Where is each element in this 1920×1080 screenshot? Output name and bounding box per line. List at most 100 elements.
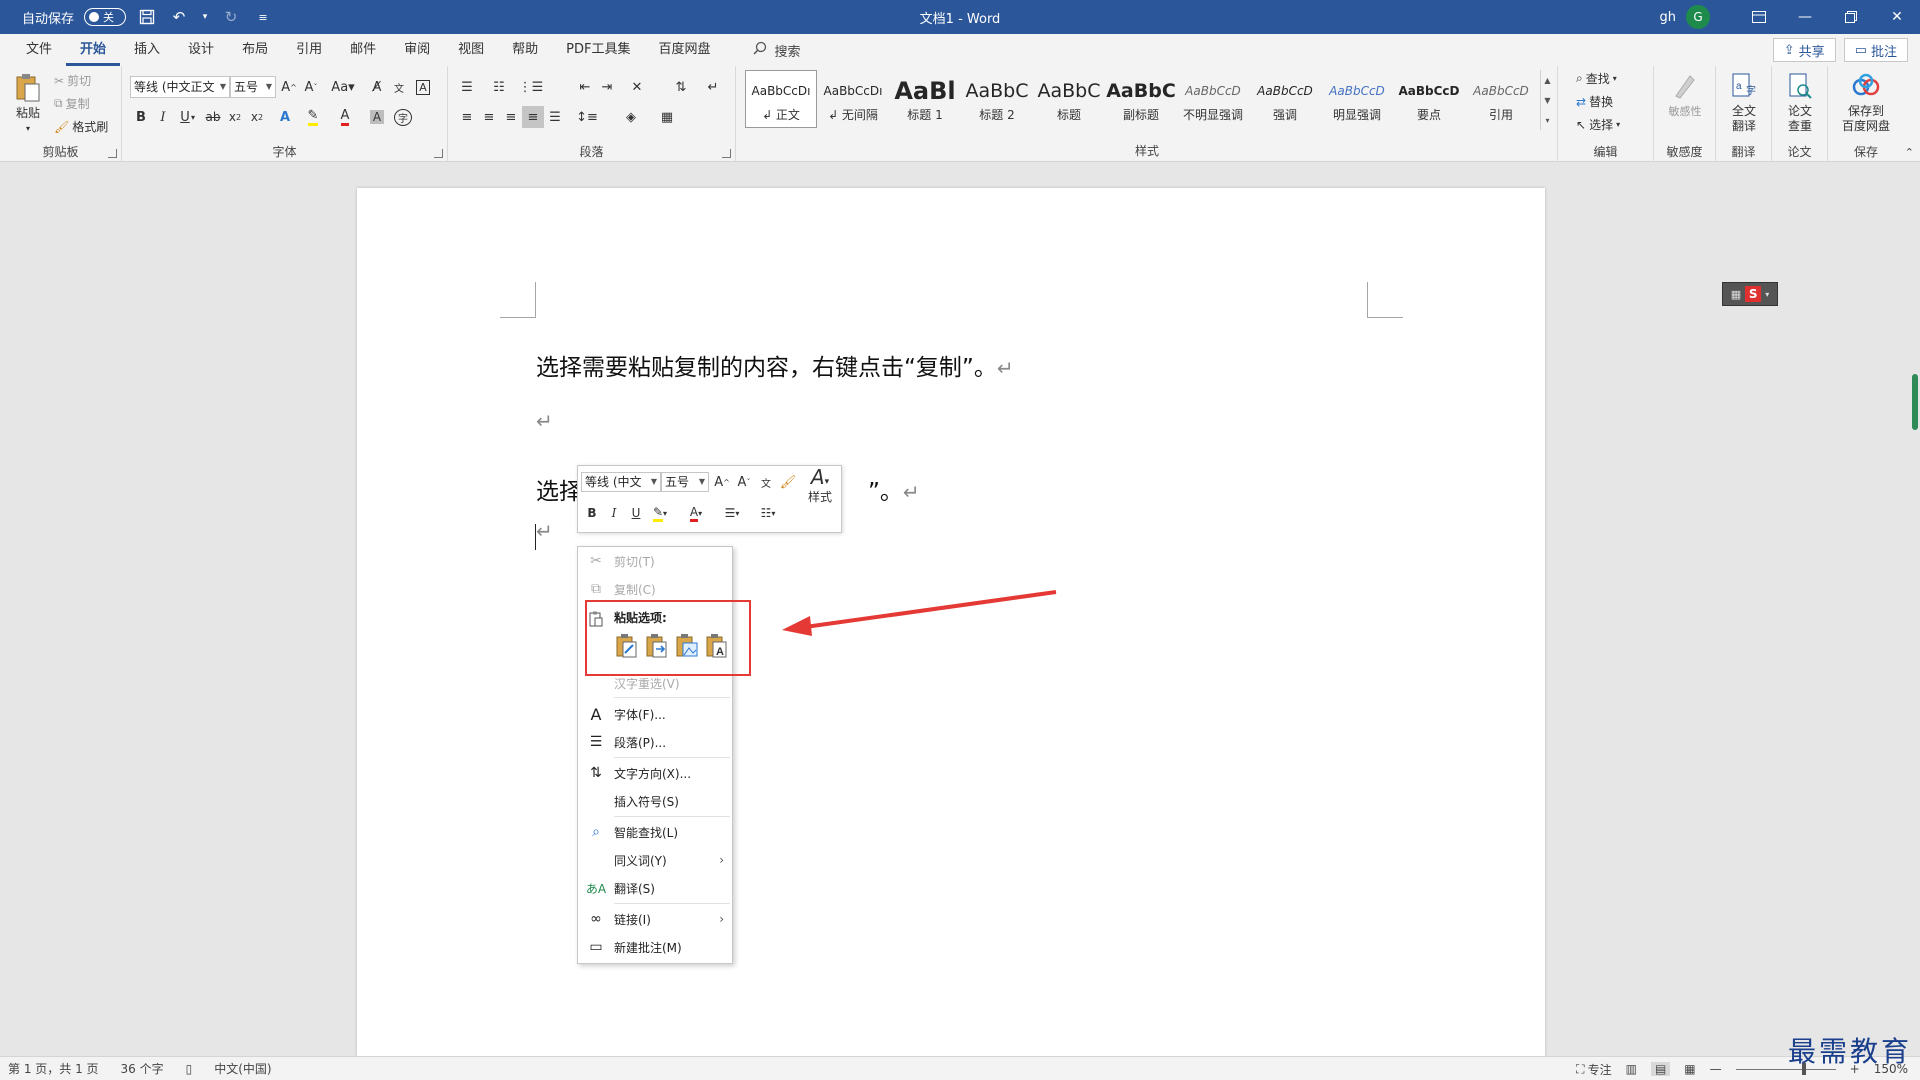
character-border-icon[interactable]: A	[412, 76, 434, 98]
document-paragraph-1[interactable]: 选择需要粘贴复制的内容，右键点击“复制”。↵	[536, 348, 1014, 382]
menu-item-translate[interactable]: あA 翻译(S)	[578, 876, 732, 900]
multilevel-list-icon[interactable]: ⋮☰	[519, 76, 544, 98]
scrollbar-thumb[interactable]	[1912, 374, 1918, 430]
sensitivity-button[interactable]: 敏感性	[1666, 70, 1704, 119]
menu-item-smart-lookup[interactable]: ⌕ 智能查找(L)	[578, 820, 732, 844]
tab-design[interactable]: 设计	[174, 34, 228, 66]
more-styles-icon[interactable]: ▾	[1545, 116, 1549, 125]
font-name-select[interactable]: 等线 (中文正文 ▼	[130, 76, 230, 98]
font-color-icon[interactable]: A	[334, 106, 356, 128]
search-box[interactable]: 搜索	[725, 41, 801, 60]
undo-icon[interactable]: ↶	[168, 6, 190, 28]
underline-dropdown-icon[interactable]: ▾	[188, 106, 198, 128]
tab-layout[interactable]: 布局	[228, 34, 282, 66]
style-normal[interactable]: AaBbCcDı ↲ 正文	[745, 70, 817, 128]
character-shading-icon[interactable]: A	[366, 106, 388, 128]
decrease-indent-icon[interactable]: ⇤	[574, 76, 596, 98]
menu-item-synonyms[interactable]: 同义词(Y) ›	[578, 848, 732, 872]
highlight-color-icon[interactable]: ✎ ▾	[649, 502, 671, 524]
sort-icon[interactable]: ⇅	[670, 76, 692, 98]
justify-icon[interactable]: ≡	[522, 106, 544, 128]
tab-help[interactable]: 帮助	[498, 34, 552, 66]
proofing-icon[interactable]: ▯	[186, 1062, 193, 1076]
ribbon-display-icon[interactable]	[1736, 0, 1782, 34]
undo-dropdown-icon[interactable]: ▾	[200, 6, 210, 28]
bullets-icon[interactable]: ☰	[456, 76, 478, 98]
style-heading-2[interactable]: AaBbC 标题 2	[961, 70, 1033, 128]
save-icon[interactable]	[136, 6, 158, 28]
zoom-out-icon[interactable]: —	[1710, 1062, 1722, 1076]
shrink-font-icon[interactable]: Aˇ	[733, 471, 755, 493]
menu-item-font[interactable]: A 字体(F)...	[578, 702, 732, 726]
bold-icon[interactable]: B	[130, 106, 152, 128]
page-count[interactable]: 第 1 页，共 1 页	[8, 1060, 99, 1077]
menu-item-paragraph[interactable]: ☰ 段落(P)...	[578, 730, 732, 754]
italic-icon[interactable]: I	[152, 106, 174, 128]
numbering-icon[interactable]: ☷ ▾	[757, 502, 779, 524]
read-mode-icon[interactable]: ▥	[1626, 1062, 1637, 1076]
grow-font-icon[interactable]: A ^	[711, 471, 733, 493]
comments-button[interactable]: ▭ 批注	[1843, 38, 1908, 62]
mini-font-name-select[interactable]: 等线 (中文 ▼	[581, 472, 661, 492]
collapse-ribbon-icon[interactable]: ⌃	[1905, 146, 1914, 159]
save-to-baidu-button[interactable]: 保存到 百度网盘	[1832, 70, 1900, 134]
shading-icon[interactable]: ◈	[620, 106, 642, 128]
tab-mailings[interactable]: 邮件	[336, 34, 390, 66]
change-case-icon[interactable]: Aa▾	[328, 76, 358, 98]
style-no-spacing[interactable]: AaBbCcDı ↲ 无间隔	[817, 70, 889, 128]
style-subtle-emphasis[interactable]: AaBbCcD 不明显强调	[1177, 70, 1249, 128]
align-right-icon[interactable]: ≡	[500, 106, 522, 128]
copy-button[interactable]: ⧉ 复制	[54, 95, 90, 112]
menu-item-new-comment[interactable]: ▭ 新建批注(M)	[578, 935, 732, 959]
menu-item-insert-symbol[interactable]: 插入符号(S)	[578, 789, 732, 813]
tab-file[interactable]: 文件	[12, 34, 66, 66]
clipboard-launcher-icon[interactable]	[108, 149, 117, 158]
increase-indent-icon[interactable]: ⇥	[596, 76, 618, 98]
ime-toolbar[interactable]: ▦ S ▾	[1722, 282, 1778, 306]
text-effects-icon[interactable]: A	[274, 106, 296, 128]
enclose-characters-icon[interactable]: 字	[392, 106, 414, 128]
full-translate-button[interactable]: a字 全文 翻译	[1722, 70, 1766, 134]
bullets-icon[interactable]: ☰ ▾	[721, 502, 743, 524]
select-button[interactable]: ↖ 选择 ▾	[1576, 116, 1620, 133]
style-emphasis[interactable]: AaBbCcD 强调	[1249, 70, 1321, 128]
replace-button[interactable]: ⇄ 替换	[1576, 93, 1613, 110]
underline-icon[interactable]: U	[625, 502, 647, 524]
phonetic-guide-icon[interactable]: 文	[755, 471, 777, 493]
format-painter-button[interactable]: 🖌 格式刷	[54, 118, 108, 135]
focus-mode-button[interactable]: ⛶ 专注	[1576, 1061, 1611, 1078]
paragraph-launcher-icon[interactable]	[722, 149, 731, 158]
vertical-scrollbar[interactable]	[1908, 162, 1920, 1056]
style-intense-emphasis[interactable]: AaBbCcD 明显强调	[1321, 70, 1393, 128]
tab-baidu-netdisk[interactable]: 百度网盘	[644, 34, 724, 66]
autosave-toggle[interactable]: 关	[84, 8, 127, 26]
restore-icon[interactable]	[1828, 0, 1874, 34]
style-subtitle[interactable]: AaBbC 副标题	[1105, 70, 1177, 128]
style-title[interactable]: AaBbC 标题	[1033, 70, 1105, 128]
tab-references[interactable]: 引用	[282, 34, 336, 66]
paper-check-button[interactable]: 论文 查重	[1778, 70, 1822, 134]
paintbrush-icon[interactable]: 🖌	[777, 471, 799, 493]
shrink-font-icon[interactable]: Aˇ	[300, 76, 322, 98]
tab-review[interactable]: 审阅	[390, 34, 444, 66]
document-paragraph-4[interactable]: ↵	[536, 518, 553, 544]
styles-scroll[interactable]: ▲ ▼ ▾	[1540, 70, 1554, 130]
language-indicator[interactable]: 中文(中国)	[214, 1060, 271, 1077]
user-name[interactable]: gh	[1660, 10, 1677, 25]
line-spacing-icon[interactable]: ↕≡	[576, 106, 598, 128]
document-paragraph-2[interactable]: ↵	[536, 408, 553, 434]
font-launcher-icon[interactable]	[434, 149, 443, 158]
tab-insert[interactable]: 插入	[120, 34, 174, 66]
clear-formatting-icon[interactable]: A̸	[366, 76, 388, 98]
share-button[interactable]: ⇪ 共享	[1772, 38, 1836, 62]
web-layout-icon[interactable]: ▦	[1684, 1062, 1695, 1076]
close-icon[interactable]: ✕	[1874, 0, 1920, 34]
chevron-up-icon[interactable]: ▲	[1544, 76, 1550, 85]
subscript-icon[interactable]: x2	[224, 106, 246, 128]
align-center-icon[interactable]: ≡	[478, 106, 500, 128]
avatar[interactable]: G	[1686, 5, 1710, 29]
menu-item-copy[interactable]: ⧉ 复制(C)	[578, 577, 732, 601]
style-heading-1[interactable]: AaBl 标题 1	[889, 70, 961, 128]
style-strong[interactable]: AaBbCcD 要点	[1393, 70, 1465, 128]
menu-item-text-direction[interactable]: ⇅ 文字方向(X)...	[578, 761, 732, 785]
